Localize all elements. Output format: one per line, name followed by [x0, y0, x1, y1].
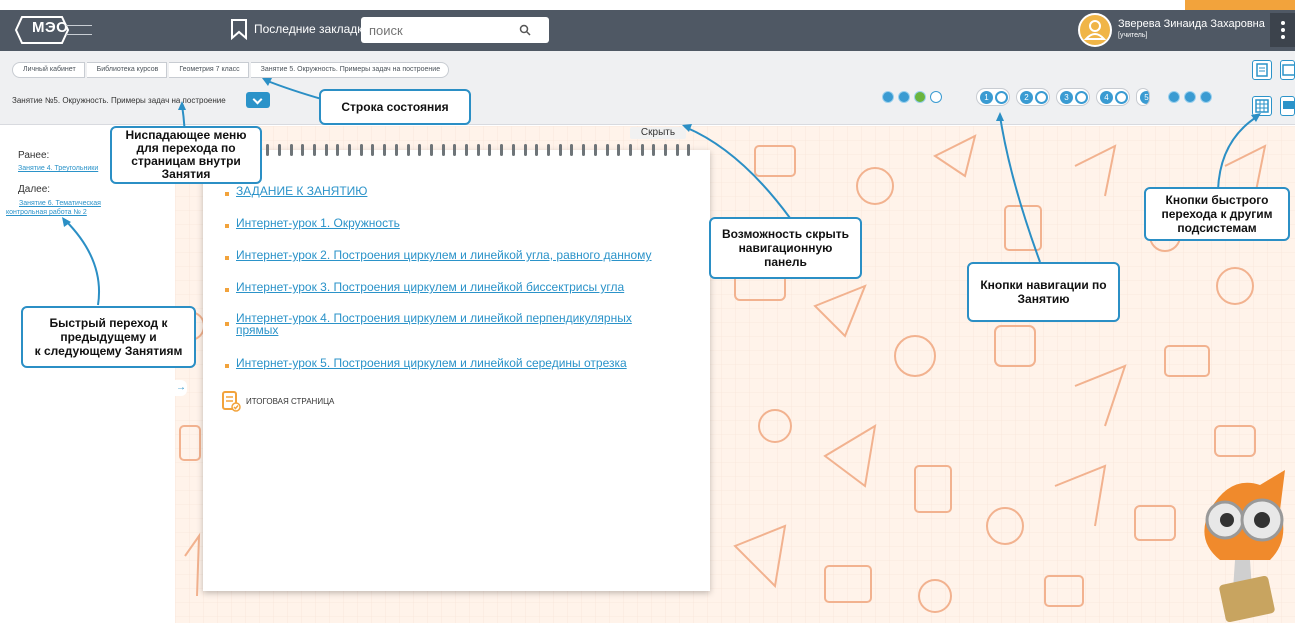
top-strip [0, 0, 1295, 10]
dot-icon [1280, 28, 1285, 32]
breadcrumb-item-library[interactable]: Библиотека курсов [86, 62, 168, 78]
notes-icon [1256, 63, 1268, 77]
top-bar: МЭО Последние закладки Зверева Зинаида З… [0, 10, 1295, 51]
chat-button[interactable] [1280, 96, 1295, 116]
table-button[interactable] [1252, 96, 1272, 116]
more-menu-button[interactable] [1270, 13, 1295, 47]
status-row: Личный кабинет Библиотека курсов Геометр… [0, 51, 1295, 125]
callout-hide-panel: Возможность скрыть навигационную панель [709, 217, 862, 279]
page-nav-buttons [1168, 91, 1212, 103]
prev-lesson-link[interactable]: Занятие 4. Треугольники [18, 164, 98, 173]
expand-panel-icon[interactable]: → [175, 380, 187, 396]
notebook-rings [231, 144, 691, 156]
calendar-button[interactable] [1280, 60, 1295, 80]
next-label: Далее: [18, 184, 51, 195]
page-dropdown-value: Занятие №5. Окружность. Примеры задач на… [12, 95, 226, 105]
dot-icon [1280, 35, 1285, 39]
first-page-icon[interactable] [882, 91, 894, 103]
page-button-4[interactable]: 4 [1096, 88, 1130, 106]
bookmarks-button[interactable]: Последние закладки [230, 18, 369, 40]
avatar[interactable] [1078, 13, 1112, 47]
breadcrumb-item-lesson[interactable]: Занятие 5. Окружность. Примеры задач на … [250, 62, 450, 78]
user-role: [учитель] [1118, 32, 1148, 39]
prev-label: Ранее: [18, 150, 50, 161]
callout-nav-buttons: Кнопки навигации по Занятию [967, 262, 1120, 322]
final-page-link[interactable]: ИТОГОВАЯ СТРАНИЦА [220, 390, 334, 412]
callout-status-row: Строка состояния [319, 89, 471, 125]
search-icon[interactable] [519, 24, 531, 36]
page-dropdown[interactable]: Занятие №5. Окружность. Примеры задач на… [12, 91, 272, 109]
breadcrumb-item-course[interactable]: Геометрия 7 класс [169, 62, 249, 78]
table-icon [1255, 99, 1269, 113]
meo-logo[interactable]: МЭО [14, 15, 96, 45]
dot-page-icon[interactable] [1168, 91, 1180, 103]
orange-accent [1185, 0, 1295, 10]
page-button-2[interactable]: 2 [1016, 88, 1050, 106]
dot-icon [1280, 21, 1285, 25]
next-lesson-link-line1[interactable]: Занятие 6. Тематическая [19, 199, 101, 208]
page-buttons: 1 2 3 4 5 [976, 88, 1150, 106]
callout-dropdown-menu: Ниспадающее меню для перехода по страниц… [110, 126, 262, 184]
lesson-nav-buttons [882, 91, 942, 103]
callout-prev-next: Быстрый переход к предыдущему и к следую… [21, 306, 196, 368]
next-lesson-link-line2[interactable]: контрольная работа № 2 [6, 208, 87, 217]
breadcrumb-item-cabinet[interactable]: Личный кабинет [12, 62, 85, 78]
home-page-icon[interactable] [914, 91, 926, 103]
user-icon [1083, 20, 1107, 40]
page-button-3[interactable]: 3 [1056, 88, 1090, 106]
prev-page-icon[interactable] [898, 91, 910, 103]
logo-subtitle-lines [66, 25, 92, 35]
callout-quick-buttons: Кнопки быстрого перехода к другим подсис… [1144, 187, 1290, 241]
user-name[interactable]: Зверева Зинаида Захаровна [учитель] [1118, 18, 1265, 42]
chevron-down-icon[interactable] [246, 92, 270, 108]
bookmarks-label: Последние закладки [254, 22, 370, 36]
chat-icon [1283, 101, 1294, 109]
left-panel: Ранее: Занятие 4. Треугольники Далее: За… [0, 126, 175, 623]
user-full-name: Зверева Зинаида Захаровна [1118, 18, 1265, 30]
search-input[interactable] [369, 22, 519, 38]
calendar-icon [1282, 64, 1295, 76]
search-box[interactable] [361, 17, 549, 43]
breadcrumb: Личный кабинет Библиотека курсов Геометр… [12, 62, 451, 78]
notes-button[interactable] [1252, 60, 1272, 80]
pencil-icon[interactable] [930, 91, 942, 103]
logo-text: МЭО [32, 19, 69, 36]
hide-panel-button[interactable]: Скрыть [630, 127, 686, 139]
last-page-icon[interactable] [1200, 91, 1212, 103]
next-page-icon[interactable] [1184, 91, 1196, 103]
page-button-5[interactable]: 5 [1136, 88, 1150, 106]
page-button-1[interactable]: 1 [976, 88, 1010, 106]
checklist-icon [222, 391, 241, 412]
mascot-drawing [1204, 470, 1285, 623]
bookmark-icon [231, 19, 247, 40]
final-page-label: ИТОГОВАЯ СТРАНИЦА [246, 396, 335, 406]
owl-mascot-icon [1190, 470, 1295, 623]
